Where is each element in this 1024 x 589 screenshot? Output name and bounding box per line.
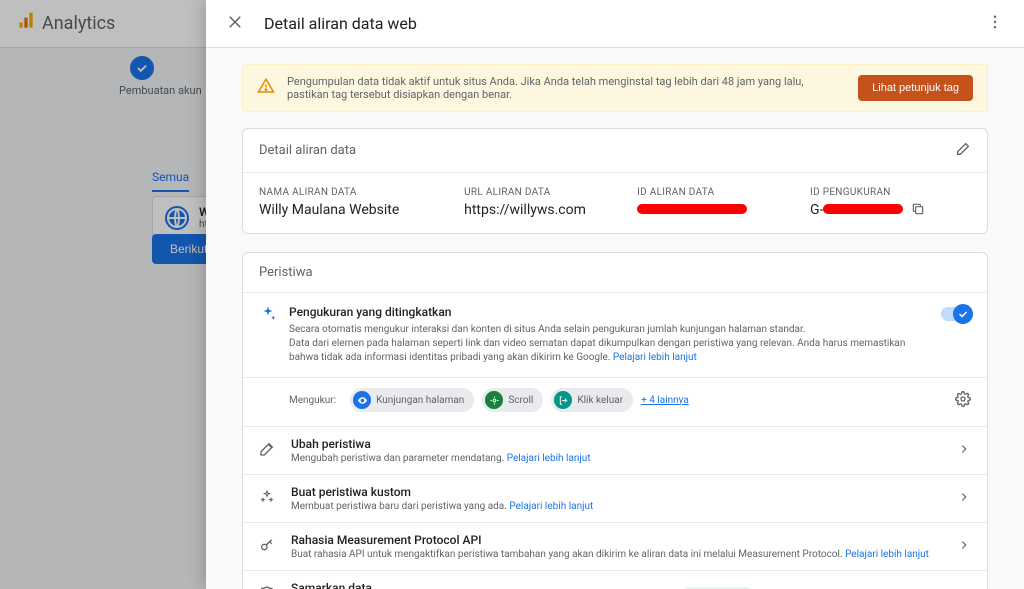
step-label: Pembuatan akun <box>119 84 202 97</box>
chip-pageview: Kunjungan halaman <box>350 388 474 412</box>
more-chips-link[interactable]: + 4 lainnya <box>641 395 689 406</box>
stream-name-value: Willy Maulana Website <box>259 202 452 218</box>
custom-events-desc: Membuat peristiwa baru dari peristiwa ya… <box>291 501 943 512</box>
stream-name-field: NAMA ALIRAN DATA Willy Maulana Website <box>259 187 452 219</box>
measurement-id-field: ID PENGUKURAN G- <box>810 187 971 219</box>
globe-icon <box>165 206 189 230</box>
modify-events-desc: Mengubah peristiwa dan parameter mendata… <box>291 453 943 464</box>
app-name: Analytics <box>42 13 115 34</box>
learn-more-link[interactable]: Pelajari lebih lanjut <box>507 453 591 464</box>
enhanced-toggle[interactable] <box>941 307 971 321</box>
warning-text: Pengumpulan data tidak aktif untuk situs… <box>287 75 846 101</box>
modify-events-title: Ubah peristiwa <box>291 437 943 451</box>
api-secret-desc: Buat rahasia API untuk mengaktifkan peri… <box>291 549 943 560</box>
warning-banner: Pengumpulan data tidak aktif untuk situs… <box>242 64 988 112</box>
more-button[interactable] <box>982 9 1008 38</box>
learn-more-link[interactable]: Pelajari lebih lanjut <box>845 549 929 560</box>
chip-outbound: Klik keluar <box>551 388 633 412</box>
scroll-icon <box>485 391 503 409</box>
stream-name-label: NAMA ALIRAN DATA <box>259 187 452 198</box>
stream-url-value: https://willyws.com <box>464 202 625 218</box>
chevron-right-icon <box>957 586 971 589</box>
stream-id-value <box>637 202 798 218</box>
events-card: Peristiwa Pengukuran yang ditingkatkan S… <box>242 252 988 589</box>
measurement-id-value: G- <box>810 202 971 219</box>
stream-detail-modal: Detail aliran data web Pengumpulan data … <box>206 0 1024 589</box>
view-tag-instructions-button[interactable]: Lihat petunjuk tag <box>858 75 973 101</box>
measure-chips-row: Mengukur: Kunjungan halaman Scroll Klik … <box>243 378 987 426</box>
gear-button[interactable] <box>955 391 971 410</box>
learn-more-link[interactable]: Pelajari lebih lanjut <box>613 352 697 363</box>
learn-more-link[interactable]: Pelajari lebih lanjut <box>509 501 593 512</box>
tab-all[interactable]: Semua <box>152 170 189 192</box>
stream-detail-card: Detail aliran data NAMA ALIRAN DATA Will… <box>242 128 988 234</box>
measurement-id-label: ID PENGUKURAN <box>810 187 971 198</box>
api-secret-row[interactable]: Rahasia Measurement Protocol API Buat ra… <box>243 522 987 570</box>
sparkle-icon <box>259 305 277 365</box>
redact-data-row[interactable]: Samarkan data Mencegah data tertentu dik… <box>243 570 987 589</box>
shield-icon <box>259 585 277 589</box>
redact-data-title: Samarkan data <box>291 581 671 589</box>
enhanced-desc: Secara otomatis mengukur interaksi dan k… <box>289 323 929 365</box>
detail-header-text: Detail aliran data <box>259 143 356 158</box>
stream-url-field: URL ALIRAN DATA https://willyws.com <box>464 187 625 219</box>
edit-button[interactable] <box>955 141 971 160</box>
custom-events-title: Buat peristiwa kustom <box>291 485 943 499</box>
chevron-right-icon <box>957 442 971 460</box>
step-complete-icon <box>130 56 154 80</box>
measure-label: Mengukur: <box>289 395 336 406</box>
chip-scroll: Scroll <box>482 388 543 412</box>
enhanced-measurement-row: Pengukuran yang ditingkatkan Secara otom… <box>243 293 987 378</box>
modal-body: Pengumpulan data tidak aktif untuk situs… <box>206 48 1024 589</box>
modify-events-row[interactable]: Ubah peristiwa Mengubah peristiwa dan pa… <box>243 426 987 474</box>
close-button[interactable] <box>222 9 248 38</box>
stream-id-field: ID ALIRAN DATA <box>637 187 798 219</box>
sparkle-small-icon <box>259 489 277 509</box>
warning-icon <box>257 77 275 99</box>
chevron-right-icon <box>957 490 971 508</box>
stream-url-label: URL ALIRAN DATA <box>464 187 625 198</box>
stepper <box>130 56 154 80</box>
copy-button[interactable] <box>911 202 925 219</box>
events-header: Peristiwa <box>243 253 987 293</box>
modal-title: Detail aliran data web <box>264 14 966 33</box>
chevron-right-icon <box>957 538 971 556</box>
detail-card-header: Detail aliran data <box>243 129 987 173</box>
exit-icon <box>554 391 572 409</box>
wand-icon <box>259 441 277 461</box>
modal-header: Detail aliran data web <box>206 0 1024 48</box>
details-row: NAMA ALIRAN DATA Willy Maulana Website U… <box>243 173 987 233</box>
eye-icon <box>353 391 371 409</box>
check-icon <box>953 304 973 324</box>
custom-events-row[interactable]: Buat peristiwa kustom Membuat peristiwa … <box>243 474 987 522</box>
analytics-logo: Analytics <box>16 11 115 36</box>
enhanced-title: Pengukuran yang ditingkatkan <box>289 305 929 319</box>
key-icon <box>259 537 277 557</box>
analytics-logo-icon <box>16 11 36 36</box>
api-secret-title: Rahasia Measurement Protocol API <box>291 533 943 547</box>
stream-id-label: ID ALIRAN DATA <box>637 187 798 198</box>
